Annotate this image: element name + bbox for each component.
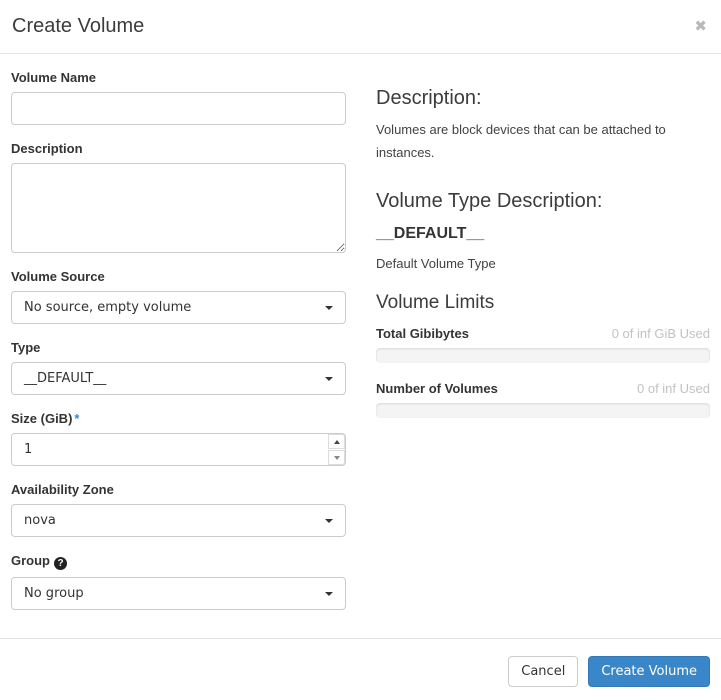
triangle-up-icon (334, 440, 340, 444)
type-selected-value: __DEFAULT__ (24, 371, 106, 386)
volume-type-description-heading: Volume Type Description: (376, 190, 710, 212)
volume-limits-heading: Volume Limits (376, 293, 710, 314)
type-label: Type (11, 340, 346, 355)
caret-down-icon (325, 377, 333, 381)
spinner-up-button[interactable] (328, 434, 345, 449)
group-group: Group? No group (11, 553, 346, 610)
volume-type-name: __DEFAULT__ (376, 225, 710, 243)
question-help-icon[interactable]: ? (54, 557, 67, 570)
size-group: Size (GiB)* (11, 411, 346, 466)
group-select[interactable]: No group (11, 577, 346, 610)
group-label: Group? (11, 553, 346, 570)
availability-zone-group: Availability Zone nova (11, 482, 346, 537)
type-group: Type __DEFAULT__ (11, 340, 346, 395)
description-textarea[interactable] (11, 163, 346, 253)
volume-name-input[interactable] (11, 92, 346, 125)
modal-body: Volume Name Description Volume Source No… (0, 54, 721, 638)
create-volume-form: Volume Name Description Volume Source No… (11, 70, 346, 626)
progress-track (376, 403, 710, 418)
volume-name-label: Volume Name (11, 70, 346, 85)
required-asterisk: * (74, 411, 79, 426)
modal-header: Create Volume ✖ (0, 0, 721, 54)
volume-name-group: Volume Name (11, 70, 346, 125)
size-input[interactable] (11, 433, 346, 466)
info-panel: Description: Volumes are block devices t… (376, 70, 710, 626)
limit-row-number-of-volumes: Number of Volumes 0 of inf Used (376, 381, 710, 418)
caret-down-icon (325, 519, 333, 523)
modal-title: Create Volume (12, 15, 144, 38)
progress-track (376, 348, 710, 363)
description-label: Description (11, 141, 346, 156)
close-icon[interactable]: ✖ (694, 19, 707, 34)
modal-footer: Cancel Create Volume (0, 638, 721, 700)
size-stepper (11, 433, 346, 466)
volume-type-description-text: Default Volume Type (376, 256, 710, 271)
volume-source-label: Volume Source (11, 269, 346, 284)
triangle-down-icon (334, 456, 340, 460)
spinner-down-button[interactable] (328, 450, 345, 465)
group-selected-value: No group (24, 586, 84, 601)
availability-zone-label: Availability Zone (11, 482, 346, 497)
availability-zone-selected-value: nova (24, 513, 56, 528)
create-volume-button[interactable]: Create Volume (588, 656, 710, 687)
limit-usage: 0 of inf GiB Used (612, 326, 710, 341)
description-group: Description (11, 141, 346, 253)
description-text: Volumes are block devices that can be at… (376, 119, 710, 165)
caret-down-icon (325, 592, 333, 596)
availability-zone-select[interactable]: nova (11, 504, 346, 537)
cancel-button[interactable]: Cancel (508, 656, 578, 687)
limit-usage: 0 of inf Used (637, 381, 710, 396)
description-heading: Description: (376, 87, 710, 109)
limit-label: Total Gibibytes (376, 326, 469, 341)
size-spinner-buttons (328, 434, 345, 465)
caret-down-icon (325, 306, 333, 310)
volume-source-select[interactable]: No source, empty volume (11, 291, 346, 324)
volume-source-group: Volume Source No source, empty volume (11, 269, 346, 324)
volume-source-selected-value: No source, empty volume (24, 300, 191, 315)
size-label: Size (GiB)* (11, 411, 346, 426)
limit-row-total-gibibytes: Total Gibibytes 0 of inf GiB Used (376, 326, 710, 363)
limit-label: Number of Volumes (376, 381, 498, 396)
create-volume-modal: Create Volume ✖ Volume Name Description … (0, 0, 721, 700)
type-select[interactable]: __DEFAULT__ (11, 362, 346, 395)
